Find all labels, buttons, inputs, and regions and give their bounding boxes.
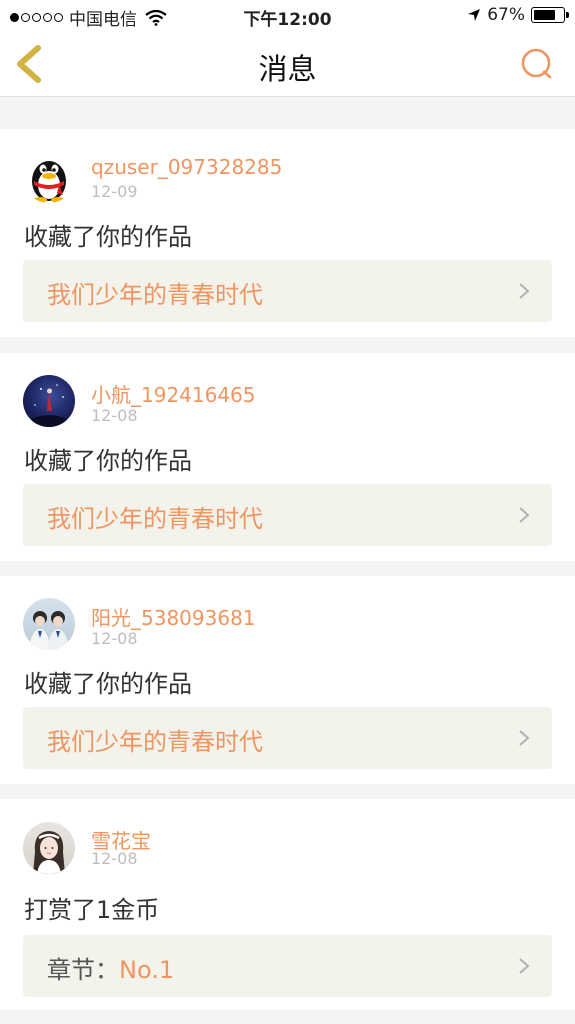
message-action: 收藏了你的作品 [24, 447, 192, 475]
avatar[interactable] [23, 375, 75, 427]
chevron-right-icon [519, 958, 530, 974]
message-card: qzuser_097328285 12-09 收藏了你的作品 我们少年的青春时代 [0, 129, 575, 337]
page-title: 消息 [258, 52, 317, 86]
avatar[interactable] [23, 598, 75, 650]
work-link[interactable]: 我们少年的青春时代 [23, 484, 552, 546]
chapter-info: 章节：No.1 [47, 950, 174, 985]
chapter-link[interactable]: 章节：No.1 [23, 935, 552, 997]
qq-penguin-avatar-icon [32, 161, 66, 203]
work-link[interactable]: 我们少年的青春时代 [23, 707, 552, 769]
username-link[interactable]: 阳光_538093681 [91, 602, 256, 631]
status-bar: 中国电信 下午12:00 67% [0, 0, 575, 32]
nav-bar: 消息 [0, 32, 575, 97]
message-date: 12-08 [91, 849, 138, 868]
chapter-label: 章节： [47, 956, 119, 984]
message-date: 12-08 [91, 629, 138, 648]
girl-photo-avatar-icon [33, 831, 65, 874]
work-link[interactable]: 我们少年的青春时代 [23, 260, 552, 322]
message-action: 收藏了你的作品 [24, 670, 192, 698]
search-button[interactable] [519, 46, 555, 82]
chevron-right-icon [519, 730, 530, 746]
username-link[interactable]: 小航_192416465 [91, 379, 256, 408]
message-card: 阳光_538093681 12-08 收藏了你的作品 我们少年的青春时代 [0, 576, 575, 784]
message-action: 收藏了你的作品 [24, 223, 192, 251]
group-photo-avatar-icon [29, 611, 69, 650]
chevron-right-icon [519, 507, 530, 523]
battery-percent: 67% [487, 5, 525, 25]
work-title: 我们少年的青春时代 [47, 281, 263, 309]
message-card: 小航_192416465 12-08 收藏了你的作品 我们少年的青春时代 [0, 353, 575, 561]
chapter-value: No.1 [119, 956, 175, 984]
night-scene-avatar-icon [31, 384, 67, 427]
message-date: 12-08 [91, 406, 138, 425]
avatar[interactable] [23, 822, 75, 874]
message-date: 12-09 [91, 182, 138, 201]
work-title: 我们少年的青春时代 [47, 505, 263, 533]
message-card: 雪花宝 12-08 打赏了1金币 章节：No.1 [0, 799, 575, 1010]
work-title: 我们少年的青春时代 [47, 728, 263, 756]
avatar[interactable] [23, 151, 75, 203]
location-arrow-icon [468, 9, 481, 21]
message-action: 打赏了1金币 [24, 896, 160, 924]
status-right: 67% [467, 5, 569, 25]
search-icon [521, 48, 552, 79]
battery-icon [531, 7, 569, 23]
chevron-right-icon [519, 283, 530, 299]
username-link[interactable]: qzuser_097328285 [91, 155, 282, 179]
